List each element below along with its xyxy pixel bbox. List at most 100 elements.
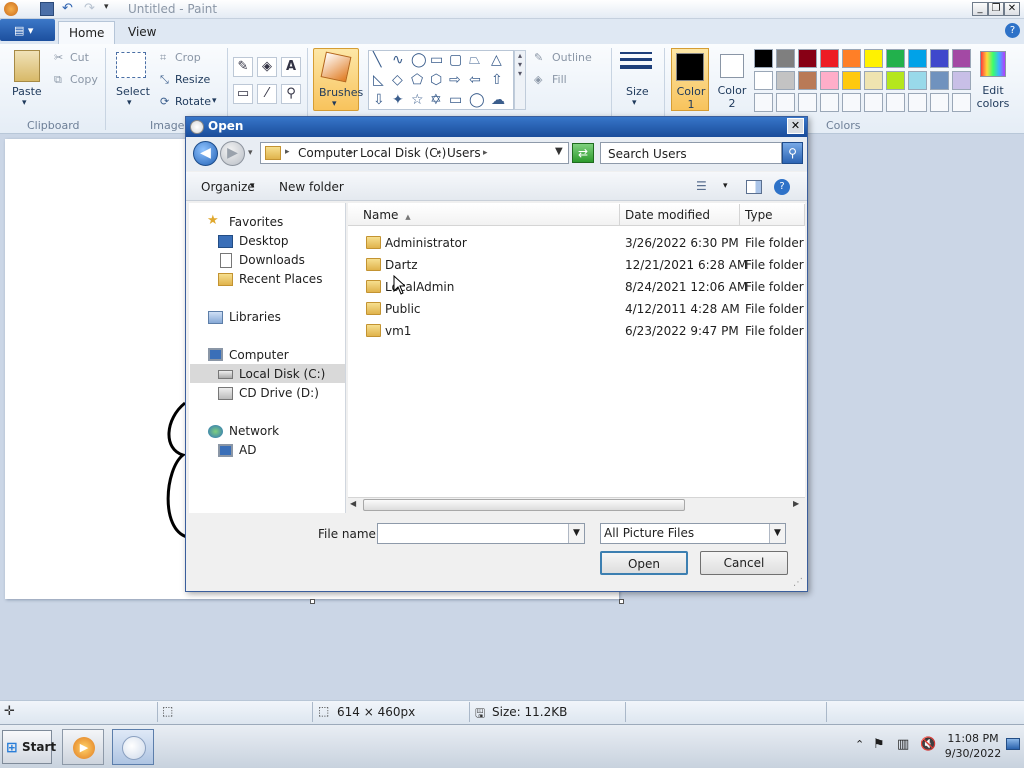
organize-button[interactable]: Organize: [201, 180, 255, 194]
color-swatch[interactable]: [864, 71, 883, 90]
refresh-icon[interactable]: ⇄: [572, 143, 594, 163]
select-button[interactable]: Select: [116, 85, 150, 98]
scrollbar-thumb[interactable]: [363, 499, 685, 511]
save-icon[interactable]: [40, 2, 54, 16]
file-row[interactable]: LocalAdmin 8/24/2021 12:06 AM File folde…: [348, 276, 805, 298]
select-icon[interactable]: [116, 52, 146, 78]
minimize-button[interactable]: _: [972, 2, 988, 16]
color-swatch[interactable]: [864, 49, 883, 68]
color-swatch[interactable]: [952, 49, 971, 68]
taskbar-paint[interactable]: [112, 729, 154, 765]
filename-input[interactable]: ▼: [377, 523, 585, 544]
pencil-icon[interactable]: ✎: [233, 57, 253, 77]
close-window-button[interactable]: ✕: [1004, 2, 1020, 16]
brushes-button[interactable]: Brushes ▾: [313, 48, 363, 111]
hexagon-shape-icon[interactable]: ⬡: [430, 71, 442, 89]
edit-colors-icon[interactable]: [980, 51, 1006, 77]
column-header-type[interactable]: Type: [740, 204, 805, 226]
color-swatch[interactable]: [930, 93, 949, 112]
new-folder-button[interactable]: New folder: [279, 180, 344, 194]
five-point-star-shape-icon[interactable]: ☆: [411, 91, 424, 109]
triangle-shape-icon[interactable]: △: [491, 51, 502, 69]
filetype-dropdown-icon[interactable]: ▼: [769, 524, 785, 543]
nav-favorites[interactable]: Favorites: [229, 215, 283, 229]
resize-button[interactable]: Resize: [175, 73, 210, 86]
color-swatch[interactable]: [842, 49, 861, 68]
paste-dropdown-icon[interactable]: ▾: [22, 98, 27, 108]
pentagon-shape-icon[interactable]: ⬠: [411, 71, 423, 89]
color-swatch[interactable]: [886, 71, 905, 90]
rounded-rect-shape-icon[interactable]: ▢: [449, 51, 462, 69]
size-icon[interactable]: [620, 52, 652, 76]
color-swatch[interactable]: [820, 71, 839, 90]
nav-cd-drive[interactable]: CD Drive (D:): [239, 386, 319, 400]
four-point-star-shape-icon[interactable]: ✦: [392, 91, 404, 109]
open-button[interactable]: Open: [600, 551, 688, 575]
diamond-shape-icon[interactable]: ◇: [392, 71, 403, 89]
clock[interactable]: 11:08 PM 9/30/2022: [942, 731, 1004, 761]
nav-recent-places[interactable]: Recent Places: [239, 272, 322, 286]
color-swatch[interactable]: [820, 49, 839, 68]
tab-view[interactable]: View: [118, 21, 166, 44]
search-icon[interactable]: ⚲: [782, 142, 803, 164]
up-arrow-shape-icon[interactable]: ⇧: [491, 71, 503, 89]
breadcrumb-users[interactable]: Users: [447, 146, 481, 160]
callout-oval-shape-icon[interactable]: ◯: [469, 91, 485, 109]
color-swatch[interactable]: [842, 71, 861, 90]
color-swatch[interactable]: [952, 71, 971, 90]
nav-ad[interactable]: AD: [239, 443, 256, 457]
paste-icon[interactable]: [14, 50, 40, 82]
back-button[interactable]: ◀: [193, 141, 218, 166]
resize-icon[interactable]: ⤡: [160, 73, 169, 87]
recent-locations-dropdown[interactable]: ▾: [248, 148, 253, 158]
file-row[interactable]: Administrator 3/26/2022 6:30 PM File fol…: [348, 232, 805, 254]
fill-bucket-icon[interactable]: ◈: [257, 57, 277, 77]
start-button[interactable]: ⊞ Start: [2, 730, 56, 764]
paste-button[interactable]: Paste: [12, 85, 42, 98]
nav-downloads[interactable]: Downloads: [239, 253, 305, 267]
right-triangle-shape-icon[interactable]: ◺: [373, 71, 384, 89]
address-dropdown-icon[interactable]: ▼: [555, 146, 563, 157]
color-swatch[interactable]: [908, 49, 927, 68]
tab-home[interactable]: Home: [58, 21, 116, 44]
color-swatch[interactable]: [798, 71, 817, 90]
address-bar[interactable]: ▸ Computer ▸ Local Disk (C:) ▸ Users ▸ ▼: [260, 142, 569, 164]
column-header-date[interactable]: Date modified: [620, 204, 740, 226]
filename-dropdown-icon[interactable]: ▼: [568, 524, 584, 543]
color-swatch[interactable]: [754, 71, 773, 90]
color-swatch[interactable]: [754, 49, 773, 68]
canvas-resize-handle-bottom[interactable]: [310, 599, 315, 604]
select-dropdown-icon[interactable]: ▾: [127, 98, 132, 108]
color-swatch[interactable]: [930, 71, 949, 90]
text-icon[interactable]: A: [281, 57, 301, 77]
color-swatch[interactable]: [930, 49, 949, 68]
color-swatch[interactable]: [842, 93, 861, 112]
color-swatch[interactable]: [820, 93, 839, 112]
color-swatch[interactable]: [886, 93, 905, 112]
show-hidden-icons[interactable]: ⌃: [855, 738, 864, 751]
down-arrow-shape-icon[interactable]: ⇩: [373, 91, 385, 109]
color-swatch[interactable]: [952, 93, 971, 112]
line-shape-icon[interactable]: ╲: [373, 51, 381, 69]
cancel-button[interactable]: Cancel: [700, 551, 788, 575]
nav-computer[interactable]: Computer: [229, 348, 289, 362]
scroll-left-icon[interactable]: ◀: [350, 499, 356, 508]
left-arrow-shape-icon[interactable]: ⇦: [469, 71, 481, 89]
color-swatch[interactable]: [754, 93, 773, 112]
color-picker-icon[interactable]: ⁄: [257, 84, 277, 104]
rotate-dropdown-icon[interactable]: ▾: [212, 96, 217, 106]
eraser-icon[interactable]: ▭: [233, 84, 253, 104]
size-dropdown-icon[interactable]: ▾: [632, 98, 637, 108]
nav-desktop[interactable]: Desktop: [239, 234, 289, 248]
nav-network[interactable]: Network: [229, 424, 279, 438]
restore-button[interactable]: ❐: [988, 2, 1004, 16]
color-swatch[interactable]: [908, 93, 927, 112]
search-input[interactable]: Search Users: [600, 142, 782, 164]
column-header-name[interactable]: Name ▲: [348, 204, 620, 226]
organize-dropdown-icon[interactable]: ▾: [250, 181, 255, 191]
edit-colors-button[interactable]: Edit colors: [974, 84, 1012, 110]
rotate-icon[interactable]: ⟳: [160, 95, 169, 108]
color-swatch[interactable]: [798, 49, 817, 68]
color-swatch[interactable]: [864, 93, 883, 112]
rectangle-shape-icon[interactable]: ▭: [430, 51, 443, 69]
